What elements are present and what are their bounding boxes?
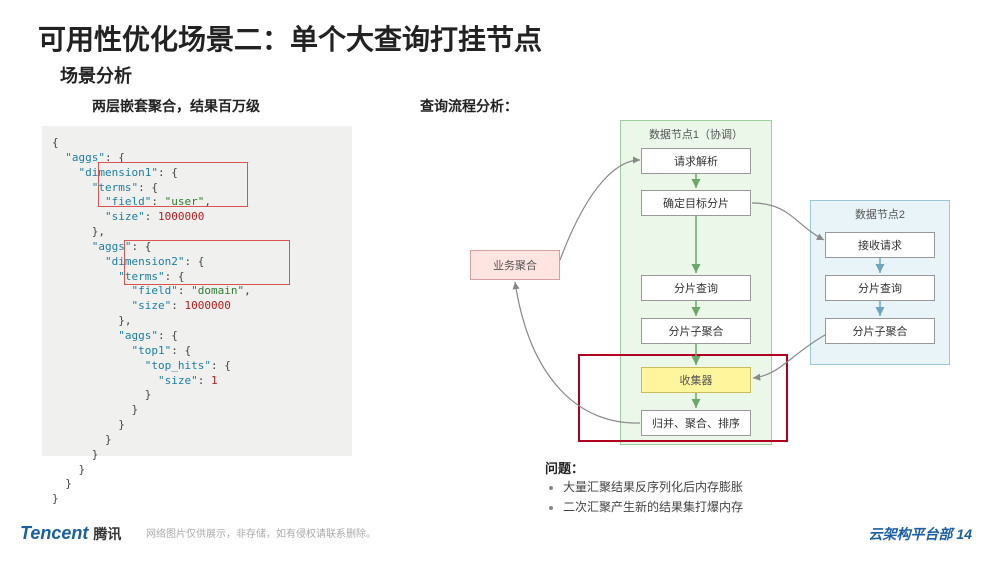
code-highlight-2 bbox=[124, 240, 290, 285]
code-highlight-1 bbox=[98, 162, 248, 207]
code-line: { bbox=[52, 136, 342, 151]
node2-step-receive: 接收请求 bbox=[825, 232, 935, 258]
node1-step-shard-subagg: 分片子聚合 bbox=[641, 318, 751, 344]
left-caption: 两层嵌套聚合，结果百万级 bbox=[92, 96, 260, 116]
node1-step-request-parse: 请求解析 bbox=[641, 148, 751, 174]
code-line: } bbox=[52, 492, 342, 507]
code-line: } bbox=[52, 433, 342, 448]
node2-step-shard-subagg: 分片子聚合 bbox=[825, 318, 935, 344]
code-line: "size": 1000000 bbox=[52, 299, 342, 314]
brand-en: Tencent bbox=[20, 523, 88, 543]
problem-label: 问题： bbox=[545, 458, 584, 477]
problem-item: 二次汇聚产生新的结果集打爆内存 bbox=[563, 498, 743, 515]
right-caption: 查询流程分析： bbox=[420, 96, 518, 116]
brand-cn: 腾讯 bbox=[93, 526, 121, 542]
footer-right: 云架构平台部 14 bbox=[869, 524, 972, 544]
problem-list: 大量汇聚结果反序列化后内存膨胀 二次汇聚产生新的结果集打爆内存 bbox=[545, 478, 743, 518]
code-line: "size": 1 bbox=[52, 374, 342, 389]
code-line: } bbox=[52, 448, 342, 463]
code-line: "aggs": { bbox=[52, 329, 342, 344]
watermark-text: 网络图片仅供展示，非存储，如有侵权请联系删除。 bbox=[146, 525, 376, 540]
code-line: }, bbox=[52, 225, 342, 240]
diagram-highlight-rect bbox=[578, 354, 788, 442]
code-line: "size": 1000000 bbox=[52, 210, 342, 225]
node1-step-target-shard: 确定目标分片 bbox=[641, 190, 751, 216]
flow-diagram: 业务聚合 数据节点1（协调） 请求解析 确定目标分片 分片查询 分片子聚合 收集… bbox=[470, 120, 970, 460]
code-line: }, bbox=[52, 314, 342, 329]
slide-title: 可用性优化场景二：单个大查询打挂节点 bbox=[38, 18, 542, 58]
code-line: "field": "domain", bbox=[52, 284, 342, 299]
footer-brand: Tencent 腾讯 bbox=[20, 523, 121, 544]
code-line: } bbox=[52, 403, 342, 418]
code-line: "top_hits": { bbox=[52, 359, 342, 374]
code-line: } bbox=[52, 388, 342, 403]
node2-step-shard-query: 分片查询 bbox=[825, 275, 935, 301]
problem-item: 大量汇聚结果反序列化后内存膨胀 bbox=[563, 478, 743, 495]
data-node-1-title: 数据节点1（协调） bbox=[621, 126, 771, 142]
code-line: } bbox=[52, 477, 342, 492]
node1-step-shard-query: 分片查询 bbox=[641, 275, 751, 301]
code-line: } bbox=[52, 418, 342, 433]
code-line: "top1": { bbox=[52, 344, 342, 359]
data-node-2-title: 数据节点2 bbox=[811, 206, 949, 222]
section-heading: 场景分析 bbox=[60, 62, 132, 88]
biz-aggregate-box: 业务聚合 bbox=[470, 250, 560, 280]
code-line: } bbox=[52, 463, 342, 478]
